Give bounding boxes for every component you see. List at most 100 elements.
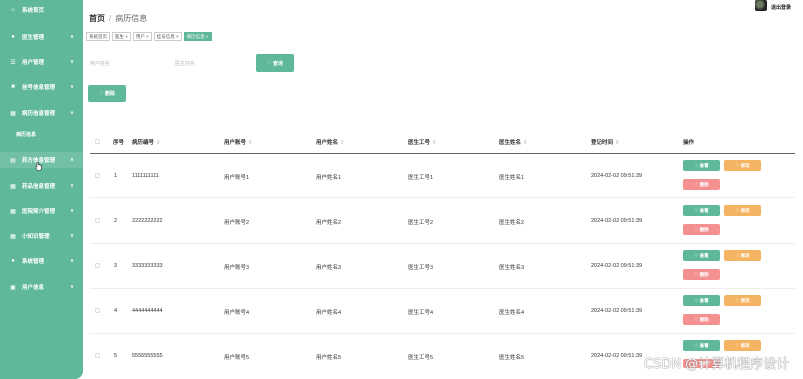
sidebar-item-user-info[interactable]: ▣ 用户信息 ∨ [0, 280, 83, 294]
view-button[interactable]: ♡ 查看 [683, 340, 720, 351]
row-checkbox[interactable] [95, 173, 100, 178]
sort-icon[interactable]: ⇕ [156, 140, 161, 146]
user-icon: ● [11, 258, 15, 264]
delete-row-button[interactable]: ♡ 删除 [683, 224, 720, 235]
cell-record-no: 3333333333 [132, 263, 163, 269]
edit-button[interactable]: ♡ 修改 [724, 250, 761, 261]
chevron-down-icon: ∨ [69, 284, 74, 290]
column-header-time[interactable]: 登记时间 ⇕ [591, 138, 620, 146]
grid-icon: ▦ [10, 208, 16, 215]
cell-time: 2024-02-02 09:51:39 [591, 218, 643, 224]
tab-bar: 系统首页 医生 × 用户 × 挂号信息 × 病历信息 × [86, 32, 212, 41]
delete-row-button[interactable]: ♡ 删除 [683, 179, 720, 190]
grid-icon: ▦ [10, 110, 16, 117]
sort-icon[interactable]: ⇕ [248, 140, 253, 146]
column-header-no: 序号 [113, 140, 125, 146]
sidebar-item-label: 药品信息管理 [22, 184, 56, 190]
view-button[interactable]: ♡ 查看 [683, 250, 720, 261]
cell-time: 2024-02-02 09:51:39 [591, 173, 643, 179]
column-header-user-account[interactable]: 用户账号 ⇕ [224, 138, 253, 146]
cell-no: 2 [114, 218, 118, 224]
edit-button[interactable]: ♡ 修改 [724, 160, 761, 171]
tab-registration[interactable]: 挂号信息 × [153, 32, 182, 41]
sidebar-item-label: 小知识管理 [22, 234, 50, 240]
sidebar-item-label: 医院简介管理 [22, 209, 56, 215]
column-header-record-no[interactable]: 病历编号 ⇕ [132, 138, 161, 146]
grid-icon: ▦ [10, 233, 16, 240]
cell-doctor-name: 医生姓名4 [499, 310, 525, 316]
cell-no: 3 [114, 263, 118, 269]
cell-record-no: 1111111111 [132, 173, 159, 179]
watermark: CSDN @计算机程序设计 [644, 357, 790, 372]
sidebar-item-medical-record[interactable]: ▦ 病历信息管理 ∧ [0, 106, 83, 120]
person-card-icon: ▣ [10, 284, 16, 291]
edit-button[interactable]: ♡ 修改 [724, 205, 761, 216]
sort-icon[interactable]: ⇕ [432, 140, 437, 146]
cell-doctor-name: 医生姓名1 [499, 175, 525, 181]
sidebar-item-hospital-intro[interactable]: ▦ 医院简介管理 ∨ [0, 204, 83, 218]
view-button[interactable]: ♡ 查看 [683, 205, 720, 216]
sort-icon[interactable]: ⇕ [615, 140, 620, 146]
column-header-doctor-name[interactable]: 医生姓名 ⇕ [499, 138, 528, 146]
sidebar-item-label: 系统首页 [22, 8, 45, 14]
sidebar-item-home[interactable]: ⌂ 系统首页 [0, 3, 83, 17]
cell-doctor-id: 医生工号4 [408, 310, 434, 316]
chevron-down-icon: ∨ [69, 208, 74, 214]
column-label: 医生姓名 [499, 140, 522, 146]
sidebar-subitem-medical-record[interactable]: 病历信息 [16, 131, 36, 138]
chevron-down-icon: ∨ [69, 84, 74, 90]
view-button[interactable]: ♡ 查看 [683, 295, 720, 306]
sidebar-item-knowledge[interactable]: ▦ 小知识管理 ∨ [0, 229, 83, 243]
edit-button[interactable]: ♡ 修改 [724, 340, 761, 351]
cell-user-account: 用户账号3 [224, 265, 250, 271]
cell-doctor-name: 医生姓名3 [499, 265, 525, 271]
cell-user-account: 用户账号2 [224, 220, 250, 226]
view-button[interactable]: ♡ 查看 [683, 160, 720, 171]
delete-button[interactable]: ♡ 删除 [88, 85, 126, 102]
cell-no: 1 [114, 173, 118, 179]
sidebar-item-registration[interactable]: ■ 挂号信息管理 ∨ [0, 80, 83, 94]
sidebar-item-label: 系统管理 [22, 259, 45, 265]
row-divider [90, 197, 795, 198]
column-label: 病历编号 [132, 140, 155, 146]
sidebar-item-doctor[interactable]: ● 医生管理 ∨ [0, 30, 83, 44]
cell-doctor-id: 医生工号3 [408, 265, 434, 271]
logout-button[interactable]: 退出登录 [771, 4, 791, 11]
tab-doctor[interactable]: 医生 × [112, 32, 131, 41]
cell-user-name: 用户姓名1 [316, 175, 342, 181]
cell-user-account: 用户账号4 [224, 310, 250, 316]
delete-row-button[interactable]: ♡ 删除 [683, 269, 720, 280]
delete-row-button[interactable]: ♡ 删除 [683, 314, 720, 325]
avatar[interactable] [755, 0, 767, 11]
row-checkbox[interactable] [95, 308, 100, 313]
row-checkbox[interactable] [95, 353, 100, 358]
sidebar-item-medicine[interactable]: ▦ 药品信息管理 ∨ [0, 179, 83, 193]
sidebar-item-label: 医生管理 [22, 35, 45, 41]
tab-home[interactable]: 系统首页 [86, 32, 110, 41]
tab-user[interactable]: 用户 × [132, 32, 152, 41]
breadcrumb: 首页 / 病历信息 [89, 13, 147, 24]
sidebar-item-label: 用户信息 [22, 285, 45, 291]
row-checkbox[interactable] [95, 218, 100, 223]
sidebar-item-system[interactable]: ● 系统管理 ∨ [0, 254, 83, 268]
sidebar: ⌂ 系统首页 ● 医生管理 ∨ ☰ 用户管理 ∨ ■ 挂号信息管理 ∨ ▦ 病历… [0, 0, 83, 379]
column-header-user-name[interactable]: 用户姓名 ⇕ [316, 138, 345, 146]
cell-doctor-id: 医生工号1 [408, 175, 434, 181]
tab-medical-record[interactable]: 病历信息 × [183, 32, 212, 41]
select-all-checkbox[interactable] [95, 139, 100, 144]
sort-icon[interactable]: ⇕ [340, 140, 345, 146]
username-search-input[interactable]: 用户姓名 [90, 54, 160, 72]
edit-button[interactable]: ♡ 修改 [724, 295, 761, 306]
sidebar-item-user[interactable]: ☰ 用户管理 ∨ [0, 55, 83, 69]
breadcrumb-home[interactable]: 首页 [89, 14, 105, 23]
column-header-doctor-id[interactable]: 医生工号 ⇕ [408, 138, 437, 146]
cell-no: 5 [114, 353, 118, 359]
pin-icon: ● [11, 34, 15, 40]
cell-no: 4 [114, 308, 118, 314]
cell-time: 2024-02-02 09:51:39 [591, 353, 643, 359]
cell-user-name: 用户姓名4 [316, 310, 342, 316]
query-button[interactable]: ♡ 查询 [256, 54, 294, 72]
row-checkbox[interactable] [95, 263, 100, 268]
sort-icon[interactable]: ⇕ [523, 140, 528, 146]
doctor-search-input[interactable]: 医生姓名 [175, 54, 245, 72]
